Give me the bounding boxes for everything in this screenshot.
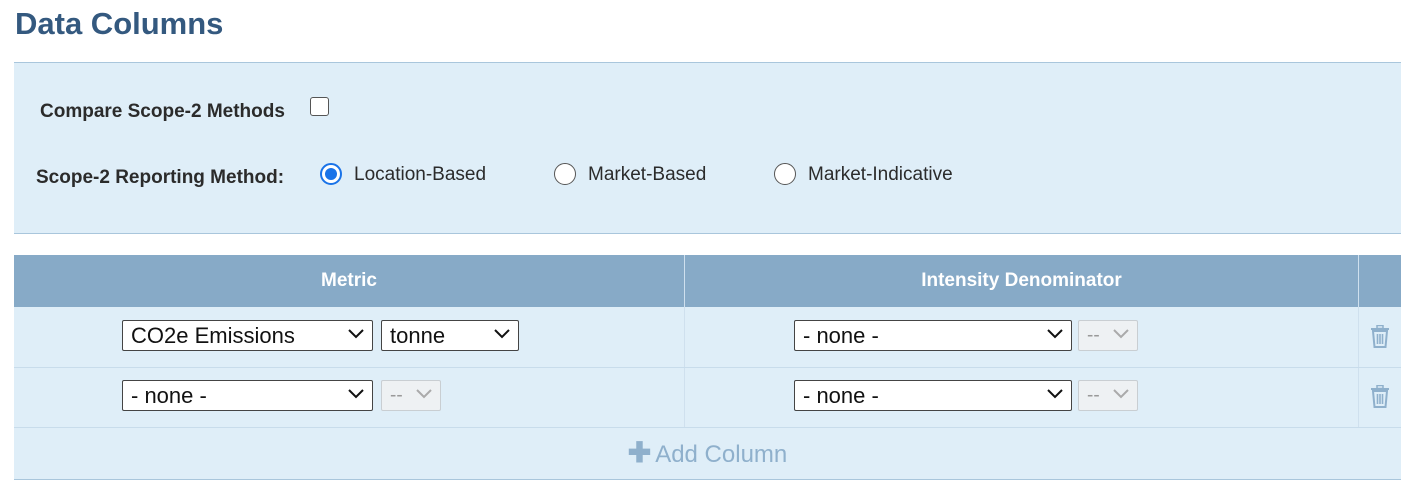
denominator-select[interactable]: - none - — [794, 380, 1072, 411]
metric-select-value: CO2e Emissions — [131, 323, 295, 348]
unit-select[interactable]: tonne — [381, 320, 519, 351]
radio-market-based-label[interactable]: Market-Based — [588, 164, 706, 186]
trash-icon[interactable] — [1370, 385, 1390, 408]
radio-market-indicative[interactable] — [774, 163, 796, 185]
metric-select[interactable]: - none - — [122, 380, 373, 411]
radio-market-indicative-label[interactable]: Market-Indicative — [808, 164, 953, 186]
plus-icon: ✚ — [627, 437, 652, 468]
unit-select-value: -- — [390, 385, 403, 406]
chevron-down-icon — [348, 389, 364, 399]
denominator-unit-select: -- — [1078, 380, 1138, 411]
chevron-down-icon — [494, 329, 510, 339]
table-header: Metric Intensity Denominator — [14, 255, 1401, 307]
page-title: Data Columns — [15, 6, 224, 41]
chevron-down-icon — [1047, 389, 1063, 399]
denominator-unit-select-value: -- — [1087, 385, 1100, 406]
unit-select: -- — [381, 380, 441, 411]
row-divider — [14, 367, 1401, 368]
metric-select-value: - none - — [131, 383, 207, 408]
compare-methods-checkbox[interactable] — [310, 97, 329, 116]
add-column-button[interactable]: ✚ Add Column — [14, 427, 1401, 479]
add-column-label: Add Column — [655, 441, 788, 468]
data-columns-table: Metric Intensity Denominator CO2e Emissi… — [14, 255, 1401, 480]
chevron-down-icon — [348, 329, 364, 339]
denominator-unit-select-value: -- — [1087, 325, 1100, 346]
scope2-options-panel: Compare Scope-2 Methods Scope-2 Reportin… — [14, 62, 1401, 234]
column-divider — [684, 255, 685, 427]
chevron-down-icon — [1113, 389, 1129, 399]
column-divider — [1358, 255, 1359, 427]
unit-select-value: tonne — [390, 323, 446, 348]
chevron-down-icon — [1047, 329, 1063, 339]
header-metric: Metric — [321, 270, 377, 291]
reporting-method-label: Scope-2 Reporting Method: — [36, 167, 285, 188]
compare-methods-label: Compare Scope-2 Methods — [40, 101, 285, 122]
metric-select[interactable]: CO2e Emissions — [122, 320, 373, 351]
trash-icon[interactable] — [1370, 325, 1390, 348]
header-intensity-denominator: Intensity Denominator — [921, 270, 1122, 291]
radio-location-based[interactable] — [320, 163, 342, 185]
radio-location-based-label[interactable]: Location-Based — [354, 164, 486, 186]
denominator-select[interactable]: - none - — [794, 320, 1072, 351]
denominator-select-value: - none - — [803, 383, 879, 408]
denominator-unit-select: -- — [1078, 320, 1138, 351]
chevron-down-icon — [1113, 329, 1129, 339]
radio-market-based[interactable] — [554, 163, 576, 185]
chevron-down-icon — [416, 389, 432, 399]
denominator-select-value: - none - — [803, 323, 879, 348]
